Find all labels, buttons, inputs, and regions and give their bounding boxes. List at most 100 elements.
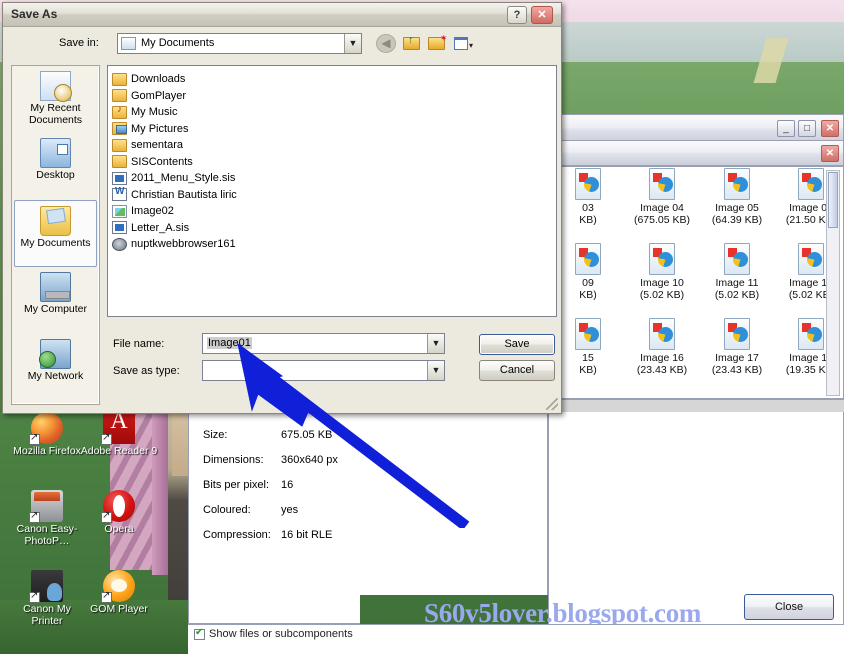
cancel-button[interactable]: Cancel	[479, 360, 555, 381]
maximize-button[interactable]: □	[798, 120, 816, 137]
thumbnail-grid: 03 KB) Image 04 (675.05 KB) Image 05 (64…	[560, 168, 844, 398]
resize-grip[interactable]	[546, 398, 558, 410]
save-as-type-label: Save as type:	[113, 365, 180, 377]
places-item-my-recent-documents[interactable]: My Recent Documents	[12, 66, 99, 133]
list-item[interactable]: sementara	[108, 137, 556, 154]
minimize-button[interactable]: _	[777, 120, 795, 137]
thumbnail-size: (5.02 KB)	[714, 288, 760, 301]
close-icon[interactable]: ✕	[531, 6, 553, 24]
thumbnail-size: (23.43 KB)	[711, 363, 763, 376]
list-item[interactable]: Image02	[108, 203, 556, 220]
places-item-desktop[interactable]: Desktop	[12, 133, 99, 200]
new-folder-icon[interactable]	[427, 33, 448, 53]
property-key: Bits per pixel:	[203, 479, 270, 491]
file-name: Letter_A.sis	[131, 221, 190, 234]
desktop-icon-adobe-reader[interactable]: Adobe Reader 9	[80, 412, 158, 458]
thumbnail-item[interactable]: Image 05 (64.39 KB)	[701, 168, 773, 226]
desktop-icon-label: GOM Player	[90, 603, 148, 615]
background-window-titlebar-inner[interactable]: ✕	[560, 140, 844, 166]
views-menu-icon[interactable]: ▾	[453, 34, 473, 53]
thumbnail-size: (64.39 KB)	[711, 213, 763, 226]
thumbnail-size: (675.05 KB)	[633, 213, 691, 226]
pictures-folder-icon	[112, 122, 127, 136]
file-name: Downloads	[131, 73, 186, 86]
thumbnail-item[interactable]: 03 KB)	[552, 168, 624, 226]
up-one-level-icon[interactable]	[402, 34, 422, 53]
show-subcomponents-checkbox[interactable]	[194, 627, 205, 640]
file-name: SISContents	[131, 155, 193, 168]
thumbnail-item[interactable]: Image 10 (5.02 KB)	[626, 243, 698, 301]
adobe-reader-icon	[101, 412, 135, 445]
list-item[interactable]: Downloads	[108, 71, 556, 88]
save-in-combobox[interactable]: My Documents ▼	[117, 33, 362, 54]
shortcut-overlay-icon	[29, 510, 40, 523]
list-item[interactable]: Letter_A.sis	[108, 220, 556, 237]
places-item-label: My Documents	[20, 237, 91, 249]
property-key: Size:	[203, 429, 228, 441]
chevron-down-icon[interactable]: ▼	[427, 334, 444, 353]
thumbnail-item[interactable]: Image 17 (23.43 KB)	[701, 318, 773, 376]
file-list[interactable]: Downloads GomPlayer My Music My Pictures…	[107, 65, 557, 317]
file-name: My Pictures	[131, 122, 189, 135]
property-value: 360x640 px	[281, 454, 338, 466]
image-file-icon	[649, 243, 675, 275]
chevron-down-icon[interactable]: ▼	[344, 34, 361, 53]
thumbnail-name: Image 17	[715, 352, 759, 364]
thumbnail-item[interactable]: 09 KB)	[552, 243, 624, 301]
desktop-icon-canon-my-printer[interactable]: Canon My Printer	[8, 570, 86, 627]
save-in-label: Save in:	[59, 37, 99, 49]
file-name: 2011_Menu_Style.sis	[131, 172, 236, 185]
image-file-icon	[112, 204, 127, 218]
close-button[interactable]: ✕	[821, 145, 839, 162]
places-item-label: My Recent Documents	[28, 102, 83, 126]
thumbnail-scrollbar[interactable]	[826, 170, 840, 396]
property-key: Dimensions:	[203, 454, 264, 466]
close-button[interactable]: ✕	[821, 120, 839, 137]
close-button[interactable]: Close	[744, 594, 834, 620]
places-item-my-computer[interactable]: My Computer	[12, 267, 99, 334]
property-row: Bits per pixel: 16	[203, 473, 360, 498]
places-bar: My Recent Documents Desktop My Documents…	[11, 65, 100, 405]
thumbnail-item[interactable]: Image 04 (675.05 KB)	[626, 168, 698, 226]
image-file-icon	[724, 168, 750, 200]
list-item[interactable]: GomPlayer	[108, 88, 556, 105]
list-item[interactable]: SISContents	[108, 154, 556, 171]
chevron-down-icon[interactable]: ▼	[427, 361, 444, 380]
places-item-label: My Computer	[23, 303, 87, 315]
chevron-down-icon[interactable]: ▾	[469, 41, 473, 50]
file-name-input[interactable]: Image01 ▼	[202, 333, 445, 354]
desktop-icon-gom-player[interactable]: GOM Player	[80, 570, 158, 616]
save-button[interactable]: Save	[479, 334, 555, 355]
list-item[interactable]: My Pictures	[108, 121, 556, 138]
places-item-my-network[interactable]: My Network	[12, 334, 99, 401]
property-row: Compression: 16 bit RLE	[203, 523, 360, 548]
list-item[interactable]: Christian Bautista liric	[108, 186, 556, 204]
folder-icon	[112, 138, 127, 152]
list-item[interactable]: nuptkwebbrowser161	[108, 236, 556, 253]
help-button[interactable]: ?	[507, 6, 527, 24]
thumbnail-size: (23.43 KB)	[636, 363, 688, 376]
recent-documents-icon	[40, 71, 72, 102]
desktop-icon-canon-easy-photoprint[interactable]: Canon Easy-PhotoP…	[8, 490, 86, 547]
list-item[interactable]: 2011_Menu_Style.sis	[108, 170, 556, 187]
thumbnail-item[interactable]: 15 KB)	[552, 318, 624, 376]
thumbnail-item[interactable]: Image 11 (5.02 KB)	[701, 243, 773, 301]
image-file-icon	[575, 243, 601, 275]
thumbnail-name: Image 11	[715, 277, 759, 289]
folder-icon	[112, 72, 127, 86]
scrollbar-thumb[interactable]	[828, 172, 838, 228]
dialog-titlebar[interactable]: Save As ? ✕	[3, 3, 561, 27]
places-item-my-documents[interactable]: My Documents	[14, 200, 97, 267]
save-as-type-combobox[interactable]: ▼	[202, 360, 445, 381]
thumbnail-name: 09	[582, 277, 594, 289]
image-file-icon	[798, 168, 824, 200]
thumbnail-size: KB)	[579, 213, 597, 226]
back-icon[interactable]: ◀	[376, 34, 396, 53]
background-window-titlebar-outer[interactable]: _ □ ✕	[560, 114, 844, 142]
desktop-icon-firefox[interactable]: Mozilla Firefox	[8, 412, 86, 458]
thumbnail-name: Image 10	[640, 277, 684, 289]
property-key: Compression:	[203, 529, 271, 541]
thumbnail-item[interactable]: Image 16 (23.43 KB)	[626, 318, 698, 376]
list-item[interactable]: My Music	[108, 104, 556, 121]
desktop-icon-opera[interactable]: Opera	[80, 490, 158, 536]
